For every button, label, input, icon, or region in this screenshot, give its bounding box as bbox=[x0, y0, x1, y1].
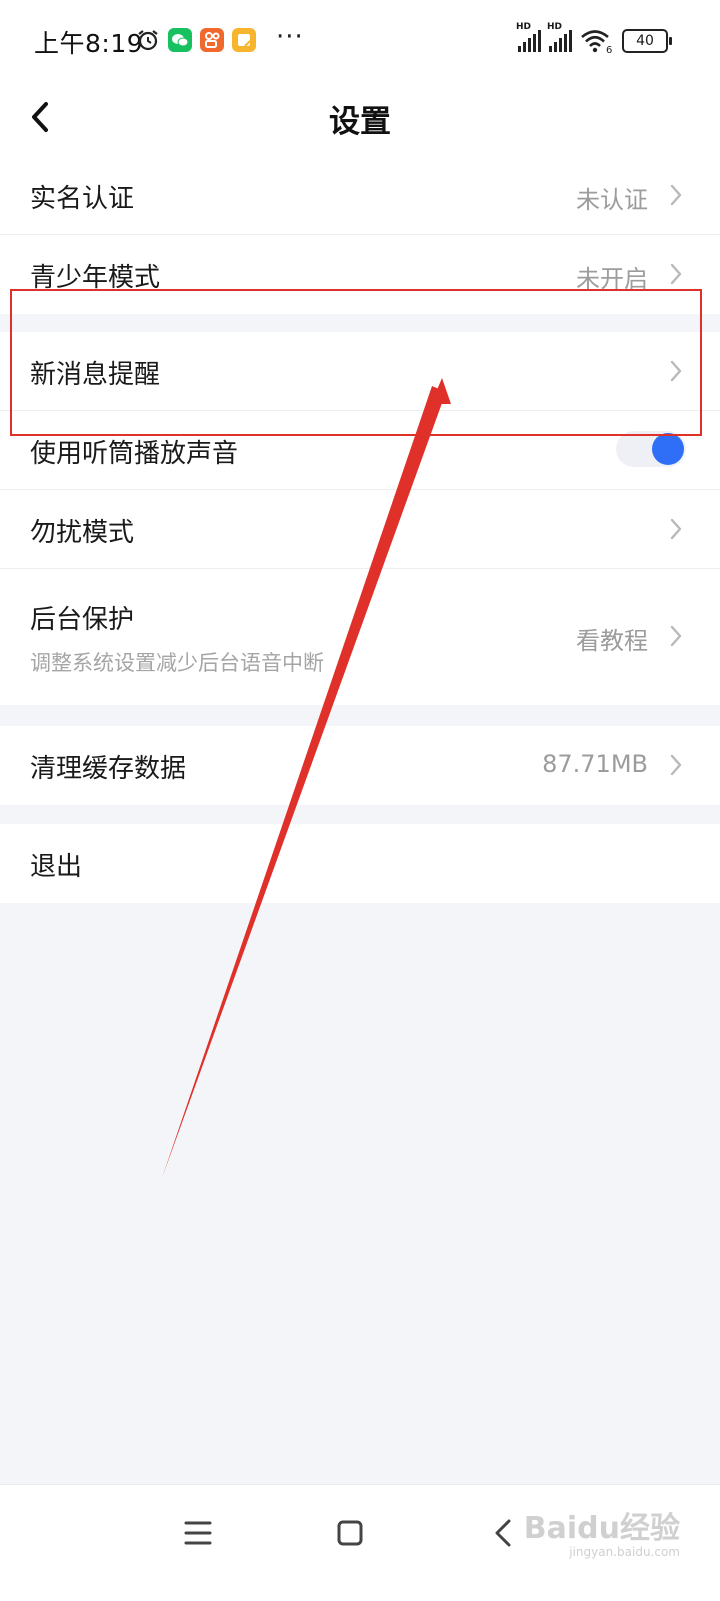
settings-item-real-name[interactable]: 实名认证 未认证 bbox=[0, 156, 720, 235]
settings-item-label: 新消息提醒 bbox=[30, 360, 161, 390]
settings-group-notifications: 新消息提醒 使用听筒播放声音 勿扰模式 后台保护 调整系统设置减少后台语音中断 … bbox=[0, 332, 720, 705]
signal-strength-icon: HD bbox=[516, 22, 541, 52]
settings-item-subtitle: 调整系统设置减少后台语音中断 bbox=[30, 651, 324, 675]
settings-item-label: 勿扰模式 bbox=[30, 518, 135, 548]
settings-item-background-protection[interactable]: 后台保护 调整系统设置减少后台语音中断 看教程 bbox=[0, 569, 720, 705]
settings-group-account: 实名认证 未认证 青少年模式 未开启 bbox=[0, 156, 720, 314]
settings-item-label: 实名认证 bbox=[30, 184, 135, 214]
logout-button[interactable]: 退出 bbox=[0, 824, 720, 903]
settings-item-do-not-disturb[interactable]: 勿扰模式 bbox=[0, 490, 720, 569]
menu-icon[interactable] bbox=[174, 1509, 222, 1557]
battery-level: 40 bbox=[636, 33, 654, 49]
settings-group-storage: 清理缓存数据 87.71MB bbox=[0, 726, 720, 805]
settings-item-new-message-alert[interactable]: 新消息提醒 bbox=[0, 332, 720, 411]
system-navigation-bar: Baidu经验 jingyan.baidu.com bbox=[0, 1484, 720, 1601]
status-time: 上午8:19 bbox=[34, 29, 144, 58]
alarm-icon bbox=[138, 30, 158, 51]
chevron-right-icon bbox=[670, 184, 682, 206]
watermark-url: jingyan.baidu.com bbox=[569, 1545, 680, 1559]
settings-item-value: 87.71MB bbox=[542, 750, 648, 778]
wifi-icon: 6 bbox=[581, 30, 612, 54]
settings-group-logout: 退出 bbox=[0, 824, 720, 903]
settings-item-label: 使用听筒播放声音 bbox=[30, 439, 239, 469]
chevron-right-icon bbox=[670, 518, 682, 540]
kuaishou-icon bbox=[200, 28, 224, 52]
settings-item-earpiece-playback: 使用听筒播放声音 bbox=[0, 411, 720, 490]
earpiece-toggle[interactable] bbox=[616, 431, 686, 467]
settings-item-value: 未开启 bbox=[576, 265, 648, 293]
settings-item-label: 清理缓存数据 bbox=[30, 754, 187, 784]
status-notification-icons bbox=[136, 28, 256, 52]
header: 设置 bbox=[0, 84, 720, 156]
settings-item-value: 看教程 bbox=[576, 627, 648, 655]
back-icon[interactable] bbox=[480, 1509, 528, 1557]
page-title: 设置 bbox=[329, 104, 391, 140]
chevron-right-icon bbox=[670, 754, 682, 776]
watermark-logo: Baidu经验 bbox=[523, 1511, 680, 1546]
wechat-icon bbox=[168, 28, 192, 52]
settings-item-value: 未认证 bbox=[576, 186, 648, 214]
signal-strength-icon: HD bbox=[547, 22, 572, 52]
more-notifications-icon: ··· bbox=[276, 22, 304, 52]
settings-item-label: 青少年模式 bbox=[30, 263, 161, 293]
chevron-right-icon bbox=[670, 625, 682, 647]
status-system-icons: HD HD 6 40 bbox=[516, 22, 672, 54]
settings-item-label: 退出 bbox=[30, 852, 83, 882]
chevron-right-icon bbox=[670, 360, 682, 382]
settings-item-label: 后台保护 bbox=[30, 605, 135, 635]
settings-item-teen-mode[interactable]: 青少年模式 未开启 bbox=[0, 235, 720, 314]
toggle-knob bbox=[652, 433, 684, 465]
battery-icon: 40 bbox=[622, 29, 672, 53]
notes-app-icon bbox=[232, 28, 256, 52]
status-bar: 上午8:19 ··· HD HD 6 40 bbox=[0, 0, 720, 84]
settings-item-clear-cache[interactable]: 清理缓存数据 87.71MB bbox=[0, 726, 720, 805]
chevron-right-icon bbox=[670, 263, 682, 285]
home-icon[interactable] bbox=[326, 1509, 374, 1557]
wifi-badge: 6 bbox=[606, 45, 612, 54]
